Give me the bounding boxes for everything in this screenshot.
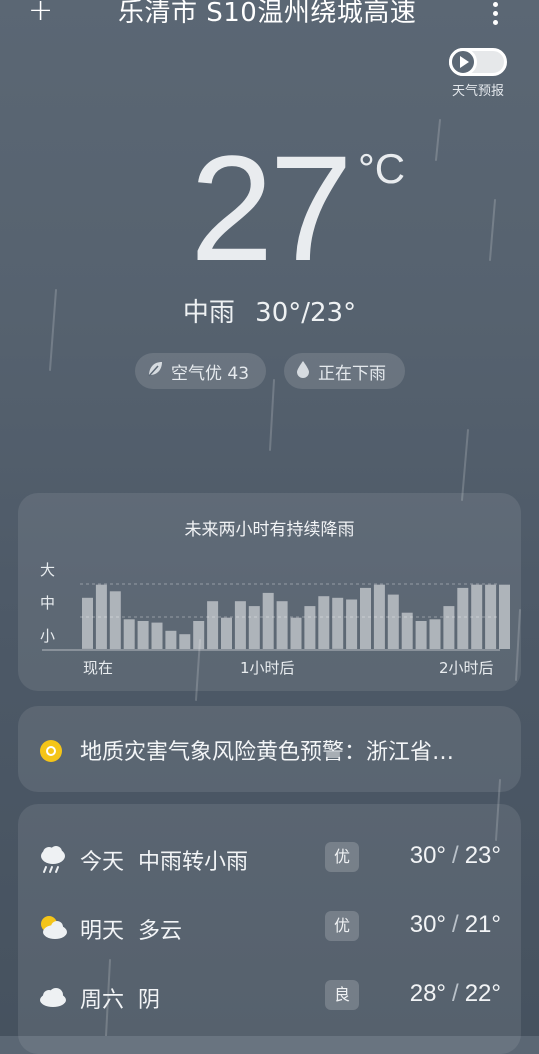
forecast-day: 明天	[80, 919, 125, 944]
more-menu-icon[interactable]	[491, 2, 499, 26]
rain-forecast-card[interactable]: 未来两小时有持续降雨 大 中 小 现在 1小时后 2小时后	[18, 493, 521, 691]
forecast-high: 30°	[409, 911, 447, 938]
partly-cloudy-icon	[38, 913, 68, 941]
rain-bar	[401, 612, 413, 649]
air-quality-pill[interactable]: 空气优 43	[135, 353, 266, 389]
y-label-small: 小	[40, 627, 55, 645]
x-label-2h: 2小时后	[439, 659, 494, 677]
x-label-1h: 1小时后	[240, 659, 295, 677]
forecast-row-saturday[interactable]: 周六 阴 良 28°/22°	[18, 976, 521, 1016]
forecast-day: 今天	[80, 850, 125, 875]
rain-bar	[221, 617, 232, 649]
forecast-high: 28°	[409, 980, 447, 1007]
condition-text: 中雨	[182, 298, 235, 328]
precip-status-pill[interactable]: 正在下雨	[284, 353, 405, 389]
rain-bar	[304, 606, 316, 649]
forecast-low: 22°	[464, 980, 501, 1007]
weather-warning-banner[interactable]: 地质灾害气象风险黄色预警：浙江省…	[18, 706, 521, 792]
add-city-button[interactable]: +	[28, 0, 53, 26]
rain-bar	[471, 584, 483, 649]
rain-bar	[318, 596, 330, 649]
cloud-icon	[38, 982, 68, 1010]
forecast-row-tomorrow[interactable]: 明天 多云 优 30°/21°	[18, 907, 521, 947]
rain-bar	[457, 587, 469, 649]
rain-bar	[95, 584, 107, 649]
aqi-badge: 优	[325, 842, 359, 872]
rain-bar	[429, 619, 441, 649]
rain-bar	[165, 630, 177, 649]
forecast-low: 23°	[464, 842, 501, 869]
forecast-low: 21°	[464, 911, 501, 938]
rain-bar	[485, 584, 497, 649]
aqi-badge: 良	[325, 980, 359, 1010]
rain-bar	[290, 617, 302, 649]
current-condition-row: 中雨 30°/23°	[0, 292, 539, 329]
forecast-day: 周六	[80, 988, 125, 1013]
y-label-medium: 中	[40, 594, 55, 612]
rain-bar	[499, 584, 510, 649]
leaf-icon	[147, 360, 163, 382]
rain-bar	[109, 591, 121, 650]
city-title: 乐清市 S10温州绕城高速	[118, 0, 417, 28]
forecast-sep: /	[452, 842, 459, 869]
forecast-video-toggle[interactable]: 天气预报	[447, 48, 509, 99]
current-temperature: 27	[190, 124, 353, 292]
rain-chart: 大 中 小 现在 1小时后 2小时后	[40, 561, 510, 677]
warning-icon	[40, 740, 62, 762]
play-icon	[449, 48, 507, 76]
rain-bar	[151, 622, 163, 649]
forecast-desc: 阴	[138, 988, 161, 1013]
x-label-now: 现在	[83, 659, 113, 677]
rain-bar	[82, 597, 93, 649]
rain-bar	[193, 621, 205, 650]
rain-bar	[207, 601, 219, 650]
rain-bar	[373, 584, 385, 649]
rain-cloud-icon	[38, 844, 68, 873]
rain-bar	[123, 619, 135, 649]
forecast-row-today[interactable]: 今天 中雨转小雨 优 30°/23°	[18, 838, 521, 878]
forecast-desc: 中雨转小雨	[138, 850, 249, 875]
forecast-high-low: 28°/22°	[410, 980, 501, 1008]
warning-text: 地质灾害气象风险黄色预警：浙江省…	[80, 740, 455, 765]
forecast-sep: /	[452, 980, 459, 1007]
forecast-high: 30°	[409, 842, 447, 869]
rain-bar	[360, 587, 371, 649]
rain-bar	[276, 601, 288, 650]
high-low-temp: 30°/23°	[255, 298, 357, 328]
top-bar: + 乐清市 S10温州绕城高速	[0, 0, 539, 30]
forecast-high-low: 30°/23°	[410, 842, 501, 870]
temperature-unit: °C	[358, 145, 406, 192]
forecast-sep: /	[452, 911, 459, 938]
raindrop-icon	[296, 360, 310, 382]
rain-bar	[262, 592, 274, 649]
rain-bar	[234, 601, 246, 650]
forecast-video-label: 天气预报	[451, 84, 504, 99]
rain-bar	[346, 599, 358, 649]
forecast-high-low: 30°/21°	[410, 911, 501, 939]
air-quality-text: 空气优 43	[171, 363, 250, 384]
rain-bar	[332, 597, 344, 649]
aqi-badge: 优	[325, 911, 359, 941]
rain-bar	[137, 621, 149, 650]
rain-bar	[443, 606, 455, 649]
rain-bar	[387, 594, 399, 649]
rain-bar	[179, 634, 191, 649]
forecast-desc: 多云	[138, 919, 183, 944]
precip-status-text: 正在下雨	[318, 363, 386, 384]
y-label-large: 大	[40, 561, 55, 579]
rain-bar	[248, 606, 260, 649]
daily-forecast-card[interactable]: 今天 中雨转小雨 优 30°/23° 明天 多云 优 30°/21° 周六 阴 …	[18, 804, 521, 1054]
rain-bar	[415, 621, 427, 650]
